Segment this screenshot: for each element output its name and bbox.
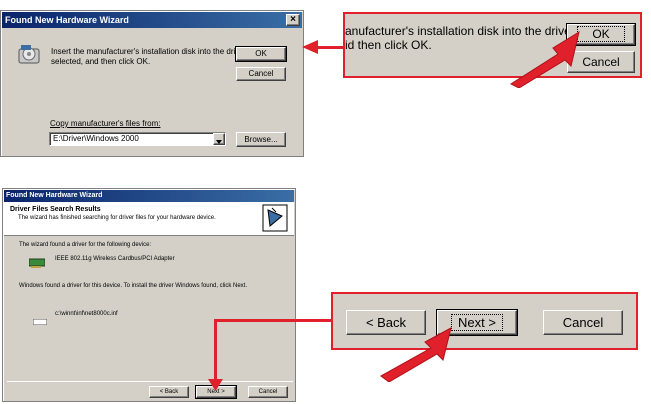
driver-path: c:\winnt\inf\net8000c.inf xyxy=(55,311,118,317)
source-path-input[interactable]: E:\Driver\Windows 2000 xyxy=(49,132,226,146)
dialog-title: Found New Hardware Wizard xyxy=(5,15,129,25)
pointer-arrow-2 xyxy=(375,326,453,383)
instruction-text-line1: Insert the manufacturer's installation d… xyxy=(51,47,244,56)
install-instruction-text: Windows found a driver for this device. … xyxy=(19,283,247,289)
cancel-button[interactable]: Cancel xyxy=(236,67,286,81)
found-driver-text: The wizard found a driver for the follow… xyxy=(19,242,152,248)
cancel-button-2[interactable]: Cancel xyxy=(248,386,288,398)
dialog-title-bar: Found New Hardware Wizard xyxy=(2,12,302,28)
source-path-value: E:\Driver\Windows 2000 xyxy=(53,134,139,143)
dialog2-title-bar: Found New Hardware Wizard xyxy=(4,190,294,202)
callout-arrowhead-1 xyxy=(302,40,318,54)
back-button[interactable]: < Back xyxy=(149,386,189,398)
callout-line-2-horizontal xyxy=(214,319,332,322)
callout-arrowhead-2 xyxy=(208,378,223,391)
browse-button[interactable]: Browse... xyxy=(236,132,286,147)
dialog2-title: Found New Hardware Wizard xyxy=(6,192,103,199)
zoom-instruction-line2: id then click OK. xyxy=(345,38,432,52)
header-subtitle: The wizard has finished searching for dr… xyxy=(18,215,216,221)
zoom-ok-label: OK xyxy=(577,26,625,42)
copy-files-label: Copy manufacturer's files from: xyxy=(50,119,161,128)
instruction-text-line2: selected, and then click OK. xyxy=(51,57,151,66)
driver-file-icon xyxy=(32,312,48,326)
path-dropdown-button[interactable] xyxy=(213,133,225,145)
zoom-cancel-button-2[interactable]: Cancel xyxy=(543,310,623,335)
wizard-header-panel: Driver Files Search Results The wizard h… xyxy=(4,202,294,236)
zoom-next-label: Next > xyxy=(451,314,503,331)
callout-line-1 xyxy=(316,46,344,49)
hardware-wizard-icon xyxy=(262,204,288,232)
callout-line-2-vertical xyxy=(214,320,217,385)
chevron-down-icon xyxy=(216,140,222,144)
close-button[interactable]: × xyxy=(286,14,300,26)
dialog-found-new-hardware-1: Found New Hardware Wizard × Insert the m… xyxy=(0,10,304,157)
ok-button[interactable]: OK xyxy=(235,46,287,62)
pointer-arrow-1 xyxy=(503,30,581,89)
network-card-icon xyxy=(28,255,46,268)
zoom-callout-ok: anufacturer's installation disk into the… xyxy=(343,12,642,78)
install-disk-icon xyxy=(17,43,41,65)
header-title: Driver Files Search Results xyxy=(10,206,101,213)
footer-divider xyxy=(7,381,293,382)
device-name: IEEE 802.11g Wireless Cardbus/PCI Adapte… xyxy=(55,256,175,262)
dialog-found-new-hardware-2: Found New Hardware Wizard Driver Files S… xyxy=(2,188,296,402)
